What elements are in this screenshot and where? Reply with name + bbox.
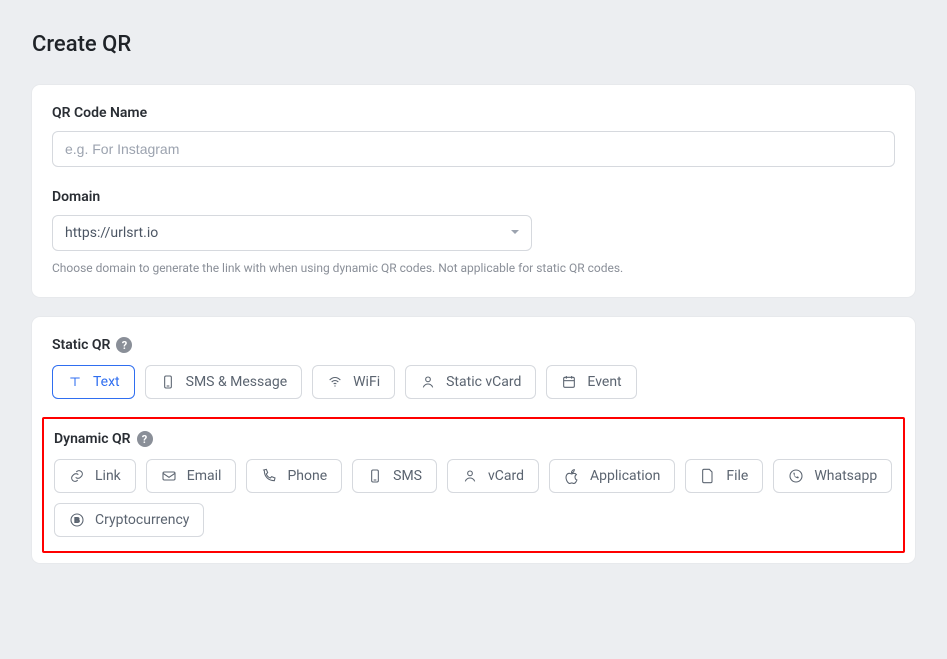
option-email[interactable]: Email (146, 459, 237, 493)
phone-rect-icon (160, 374, 176, 390)
option-wifi[interactable]: WiFi (312, 365, 395, 399)
help-icon[interactable]: ? (137, 431, 153, 447)
option-phone[interactable]: Phone (246, 459, 342, 493)
option-label: SMS (393, 468, 422, 484)
option-label: Event (587, 374, 621, 390)
option-sms[interactable]: SMS (352, 459, 437, 493)
option-label: Cryptocurrency (95, 512, 189, 528)
phone-call-icon (261, 468, 277, 484)
qr-types-card: Static QR ? Text SMS & Message WiFi (32, 317, 915, 563)
help-icon[interactable]: ? (116, 337, 132, 353)
bitcoin-icon: B (69, 512, 85, 528)
email-icon (161, 468, 177, 484)
form-card: QR Code Name Domain https://urlsrt.io Ch… (32, 85, 915, 297)
option-label: Whatsapp (814, 468, 877, 484)
file-icon (700, 468, 716, 484)
static-options-row: Text SMS & Message WiFi Static vCard (52, 365, 895, 399)
option-event[interactable]: Event (546, 365, 636, 399)
qr-name-label: QR Code Name (52, 105, 895, 121)
option-sms-message[interactable]: SMS & Message (145, 365, 303, 399)
wifi-icon (327, 374, 343, 390)
apple-icon (564, 468, 580, 484)
whatsapp-icon (788, 468, 804, 484)
text-icon (67, 374, 83, 390)
page-title: Create QR (32, 0, 915, 85)
domain-select[interactable]: https://urlsrt.io (52, 215, 532, 251)
option-label: Static vCard (446, 374, 521, 390)
option-text[interactable]: Text (52, 365, 135, 399)
calendar-icon (561, 374, 577, 390)
option-vcard[interactable]: vCard (447, 459, 539, 493)
option-label: SMS & Message (186, 374, 288, 390)
option-label: Application (590, 468, 660, 484)
domain-label: Domain (52, 189, 895, 205)
user-icon (462, 468, 478, 484)
static-qr-heading: Static QR (52, 337, 110, 353)
option-label: Email (187, 468, 222, 484)
user-icon (420, 374, 436, 390)
dynamic-options-row: Link Email Phone (54, 459, 893, 537)
qr-name-input[interactable] (52, 131, 895, 167)
option-static-vcard[interactable]: Static vCard (405, 365, 536, 399)
svg-text:B: B (74, 516, 79, 525)
option-cryptocurrency[interactable]: B Cryptocurrency (54, 503, 204, 537)
option-label: Link (95, 468, 121, 484)
option-label: Text (93, 374, 120, 390)
option-application[interactable]: Application (549, 459, 675, 493)
option-file[interactable]: File (685, 459, 763, 493)
phone-rect-icon (367, 468, 383, 484)
option-whatsapp[interactable]: Whatsapp (773, 459, 892, 493)
option-label: vCard (488, 468, 524, 484)
dynamic-qr-highlight: Dynamic QR ? Link Email (42, 417, 905, 553)
dynamic-qr-heading: Dynamic QR (54, 431, 131, 447)
option-label: WiFi (353, 374, 380, 390)
option-label: Phone (287, 468, 327, 484)
domain-help-text: Choose domain to generate the link with … (52, 261, 895, 275)
link-icon (69, 468, 85, 484)
option-link[interactable]: Link (54, 459, 136, 493)
option-label: File (726, 468, 748, 484)
